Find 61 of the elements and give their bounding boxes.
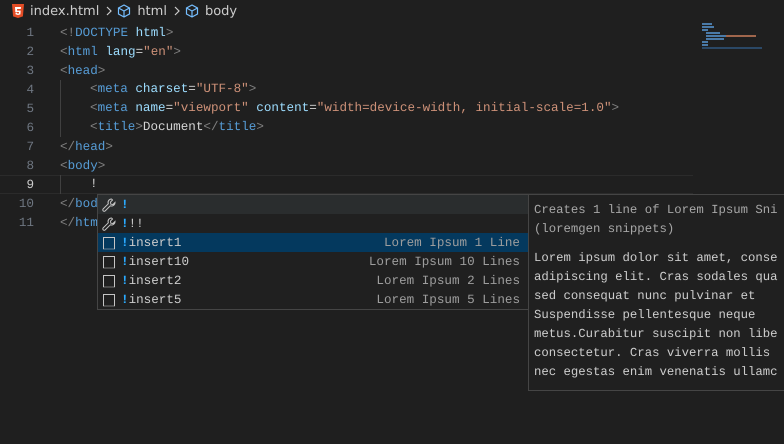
code-line: </bod — [60, 196, 98, 210]
code-line: <html lang="en"> — [60, 44, 181, 58]
suggestion-detail: Lorem Ipsum 10 Lines — [368, 254, 520, 268]
details-header-text: Creates 1 line of Lorem Ipsum Sni — [534, 202, 779, 219]
snippet-icon — [102, 292, 116, 306]
details-body-text: consectetur. Cras viverra mollis — [534, 345, 772, 362]
suggestion-label: !insert1 — [121, 236, 182, 250]
wrench-icon — [102, 216, 116, 230]
line-number: 7 — [25, 140, 34, 154]
suggestion-item[interactable]: !insert2 Lorem Ipsum 2 Lines — [98, 271, 530, 290]
suggestion-item[interactable]: !insert5 Lorem Ipsum 5 Lines — [98, 290, 530, 309]
html5-file-icon — [12, 4, 24, 18]
line-number: 6 — [25, 120, 34, 134]
wrench-icon — [102, 198, 116, 212]
details-header-text: (loremgen snippets) — [534, 221, 676, 238]
snippet-icon — [102, 274, 116, 288]
suggestion-detail: Lorem Ipsum 2 Lines — [376, 274, 520, 288]
code-line: <head> — [60, 64, 106, 78]
cube-icon — [117, 4, 132, 18]
suggestion-item[interactable]: !insert1 Lorem Ipsum 1 Line — [98, 233, 530, 252]
cube-icon — [184, 4, 199, 18]
line-number: 10 — [18, 196, 34, 210]
code-line: <title>Document</title> — [60, 118, 264, 137]
line-number: 11 — [18, 216, 34, 230]
details-body-text: Lorem ipsum dolor sit amet, conse — [534, 250, 779, 267]
line-number: 8 — [25, 158, 34, 172]
line-number: 9 — [25, 178, 34, 192]
details-body-text: Suspendisse pellentesque neque — [534, 307, 756, 324]
code-line: <!DOCTYPE html> — [60, 26, 174, 40]
line-number: 5 — [25, 102, 34, 116]
code-line: </htm — [60, 216, 98, 230]
details-body-text: adipiscing elit. Cras sodales qua — [534, 269, 779, 286]
code-line: <meta charset="UTF-8"> — [60, 80, 256, 99]
chevron-icon — [172, 6, 181, 16]
code-line: ! — [60, 175, 98, 194]
line-number: 2 — [25, 44, 34, 58]
line-number: 3 — [25, 64, 34, 78]
suggestion-item[interactable]: !!! — [98, 214, 530, 233]
snippet-icon — [102, 254, 116, 268]
code-line: </head> — [60, 140, 113, 154]
snippet-icon — [102, 236, 116, 250]
suggestion-detail: Lorem Ipsum 5 Lines — [376, 292, 520, 306]
suggestion-item[interactable]: ! — [98, 195, 530, 214]
suggestion-label: !insert10 — [121, 254, 190, 268]
details-body-text: sed consequat nunc pulvinar et — [534, 288, 756, 305]
breadcrumb-item[interactable]: body — [184, 4, 240, 18]
suggestion-label: ! — [121, 198, 129, 212]
code-line: <meta name="viewport" content="width=device-width, initial-scale=1.0"> — [60, 99, 620, 118]
suggestion-label: !insert2 — [121, 274, 182, 288]
suggestion-label: !!! — [121, 216, 144, 230]
details-body-text: nec egestas enim venenatis ullamc — [534, 364, 779, 381]
suggestion-detail: Lorem Ipsum 1 Line — [384, 236, 520, 250]
line-number: 4 — [25, 82, 34, 96]
breadcrumb-item[interactable]: html — [117, 4, 169, 18]
code-line: <body> — [60, 158, 106, 172]
details-body-text: metus.Curabitur suscipit non libe — [534, 326, 779, 343]
suggestion-item[interactable]: !insert10 Lorem Ipsum 10 Lines — [98, 252, 530, 271]
line-number: 1 — [25, 26, 34, 40]
suggestion-label: !insert5 — [121, 292, 182, 306]
chevron-icon — [105, 6, 114, 16]
breadcrumb-item[interactable]: index.html — [12, 4, 102, 18]
